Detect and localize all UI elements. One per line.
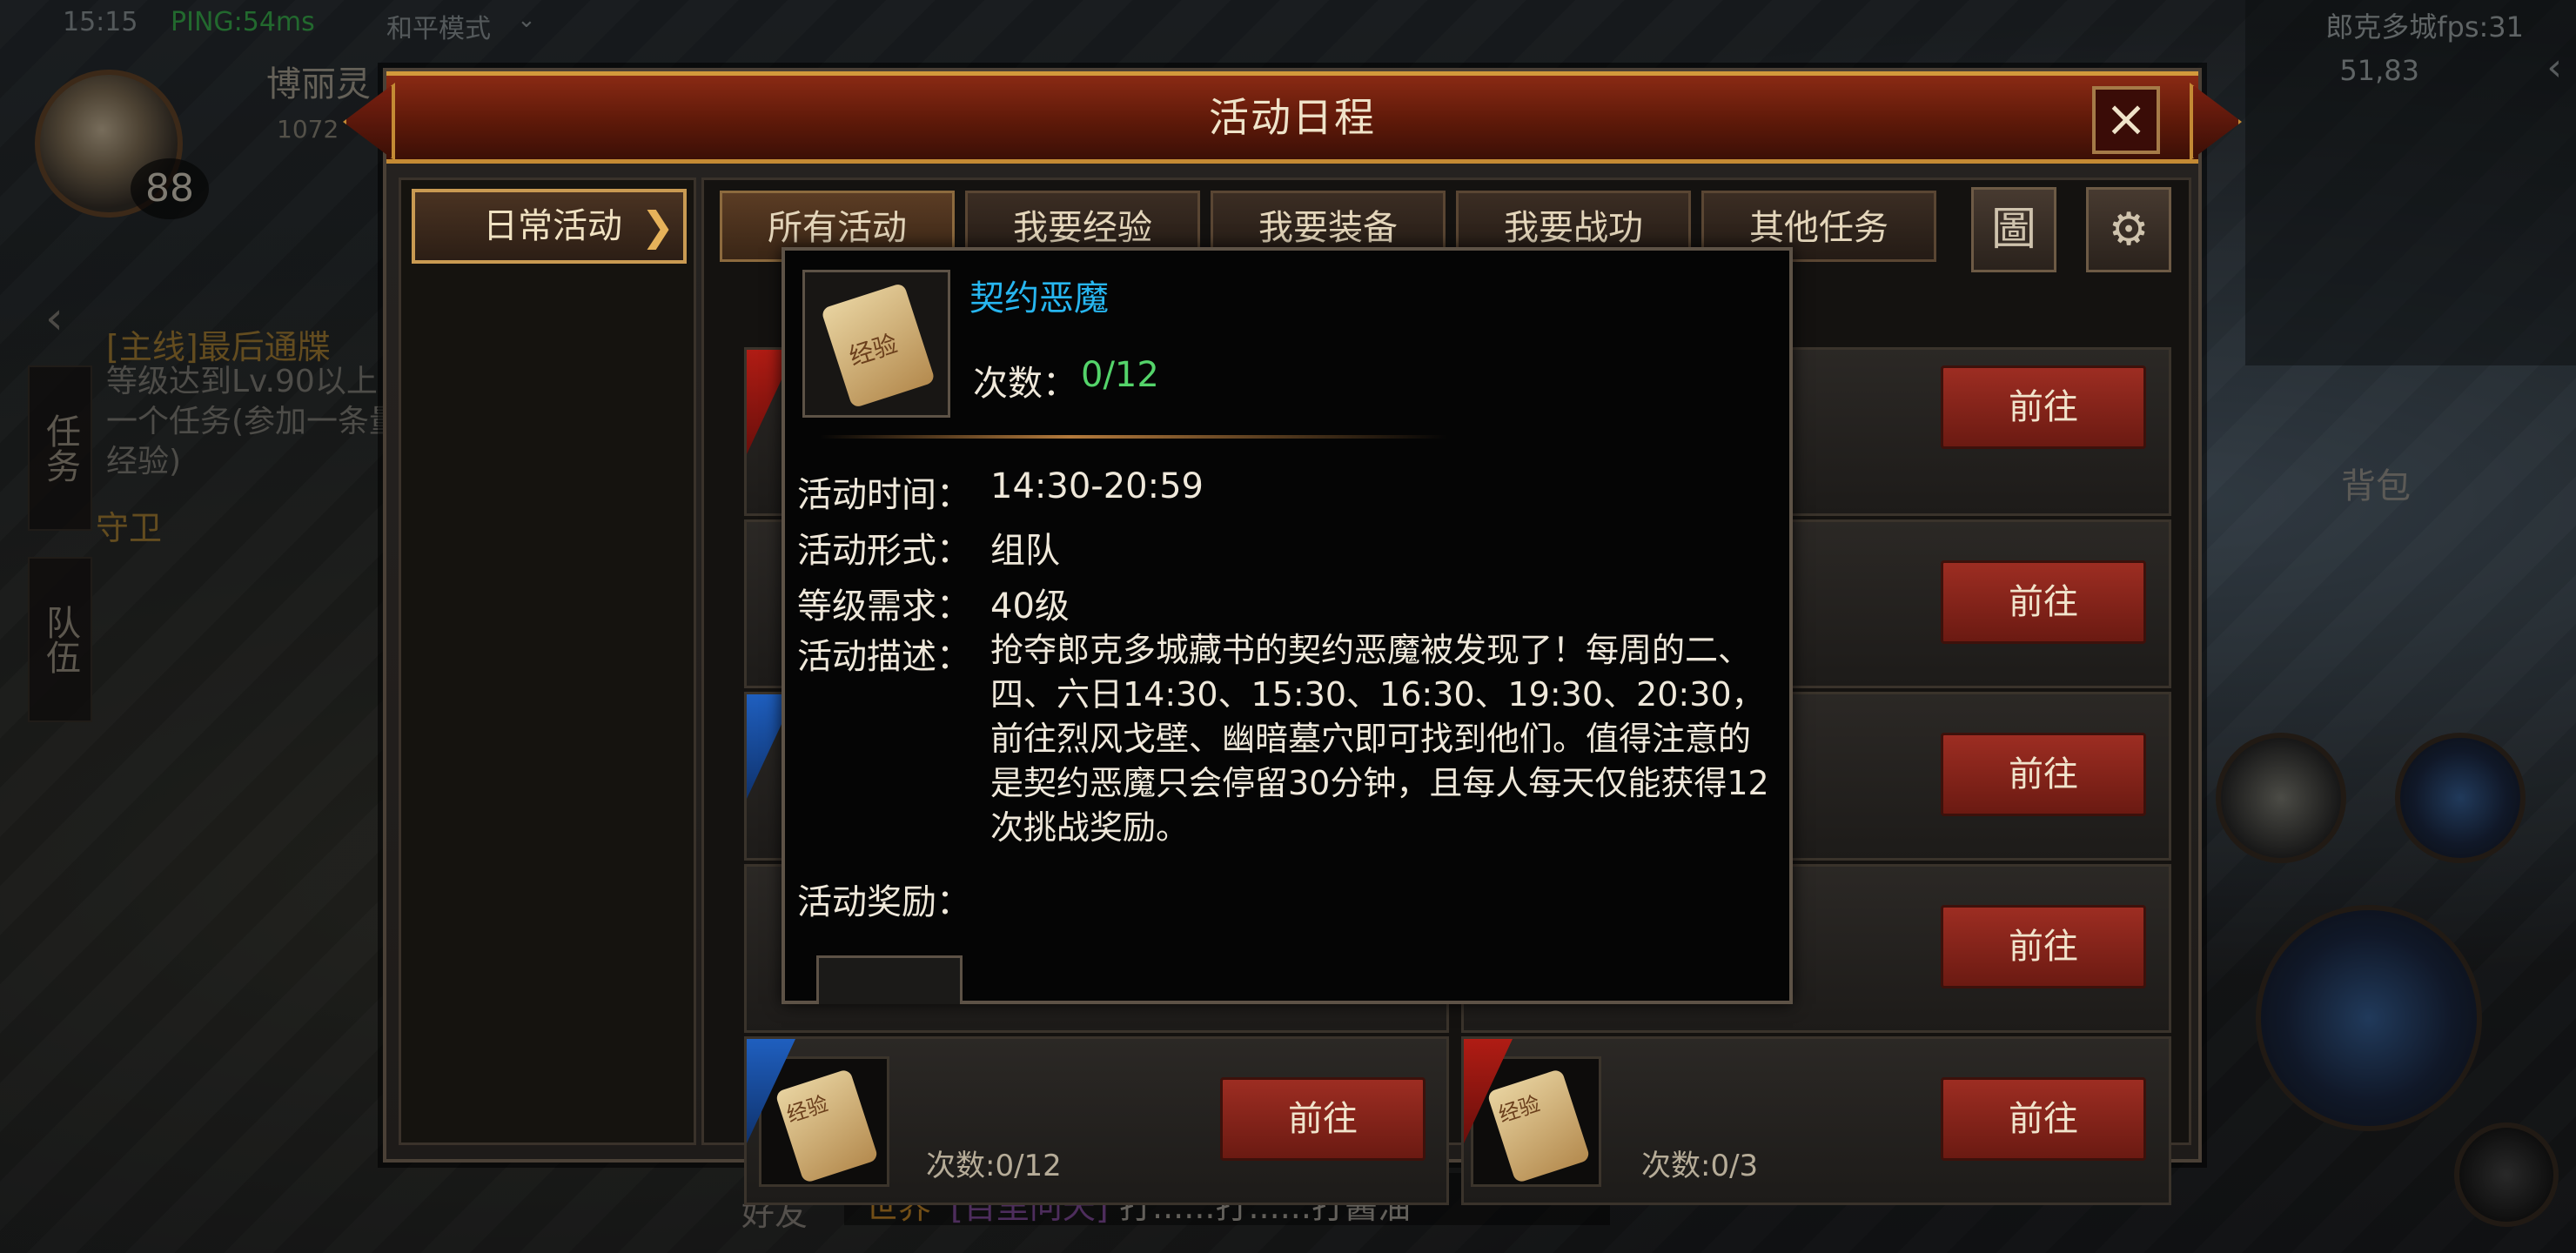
gear-icon[interactable]: ⚙ bbox=[2086, 187, 2171, 272]
reward-item-slot bbox=[816, 955, 963, 1004]
activity-item-icon: 经验 bbox=[759, 1056, 889, 1187]
calendar-icon[interactable]: 圖 bbox=[1971, 187, 2056, 272]
count-label: 次数： bbox=[973, 364, 1077, 404]
go-button[interactable]: 前往 bbox=[1941, 560, 2146, 644]
level-label: 等级需求： bbox=[797, 586, 971, 626]
dialog-title-bar: 活动日程 × bbox=[343, 71, 2242, 164]
activity-detail-tooltip: 经验 契约恶魔 次数： 0/12 活动时间： 14:30-20:59 活动形式：… bbox=[782, 247, 1793, 1004]
form-label: 活动形式： bbox=[797, 531, 971, 571]
activity-row[interactable]: 经验 次数:0/3 前往 bbox=[1461, 1036, 2171, 1205]
divider bbox=[820, 435, 1446, 439]
description-text: 抢夺郎克多城藏书的契约恶魔被发现了！每周的二、四、六日14:30、15:30、1… bbox=[990, 631, 1769, 847]
activity-count: 次数:0/3 bbox=[1641, 1149, 1759, 1183]
close-button[interactable]: × bbox=[2092, 86, 2160, 154]
activity-name: 契约恶魔 bbox=[969, 278, 1109, 318]
activity-icon: 经验 bbox=[802, 270, 950, 418]
go-button[interactable]: 前往 bbox=[1220, 1077, 1426, 1161]
go-button[interactable]: 前往 bbox=[1941, 365, 2146, 449]
activity-count: 次数:0/12 bbox=[926, 1149, 1062, 1183]
category-label: 日常活动 bbox=[483, 206, 622, 246]
go-button[interactable]: 前往 bbox=[1941, 1077, 2146, 1161]
dialog-title: 活动日程 bbox=[1209, 94, 1376, 141]
description-label: 活动描述： bbox=[797, 637, 971, 677]
count-value: 0/12 bbox=[1081, 355, 1159, 395]
category-daily-activities[interactable]: 日常活动 ❯ bbox=[412, 189, 687, 264]
time-value: 14:30-20:59 bbox=[990, 466, 1204, 506]
activity-row[interactable]: 经验 次数:0/12 前往 bbox=[744, 1036, 1449, 1205]
category-menu: 日常活动 ❯ bbox=[399, 178, 696, 1145]
go-button[interactable]: 前往 bbox=[1941, 733, 2146, 816]
go-button[interactable]: 前往 bbox=[1941, 905, 2146, 988]
level-value: 40级 bbox=[990, 586, 1070, 626]
time-label: 活动时间： bbox=[797, 475, 971, 515]
form-value: 组队 bbox=[990, 531, 1060, 571]
chevron-right-icon: ❯ bbox=[641, 203, 674, 250]
reward-label: 活动奖励： bbox=[797, 882, 971, 922]
